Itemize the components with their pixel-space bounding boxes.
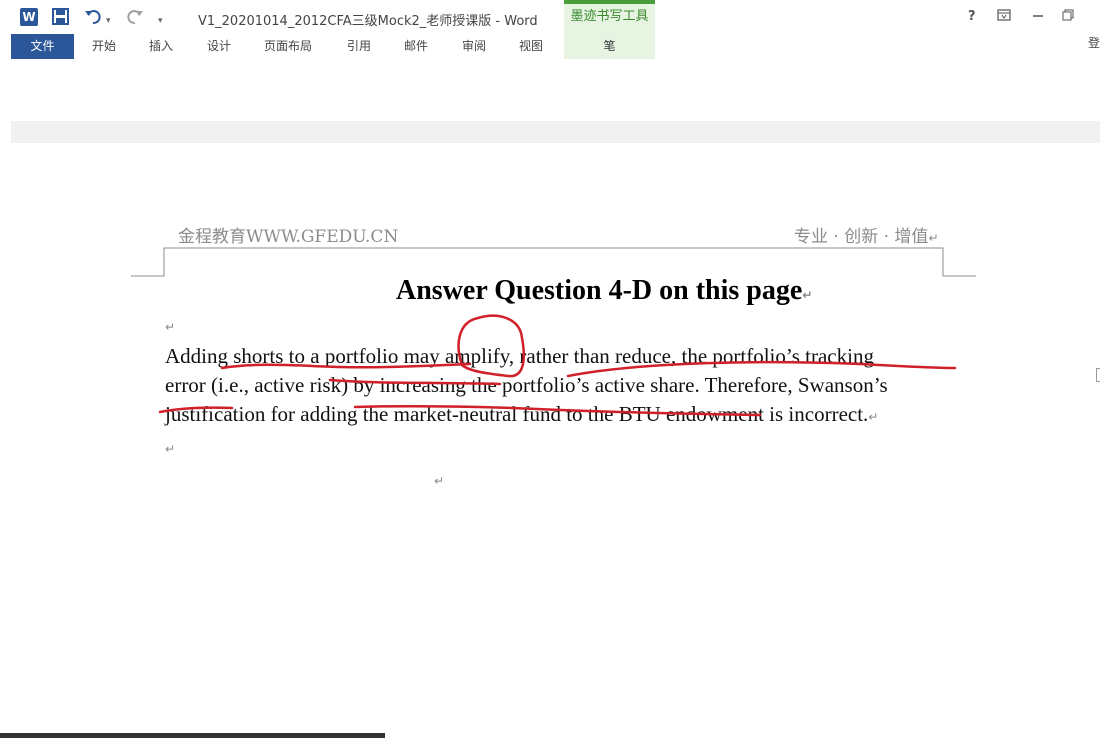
tab-home[interactable]: 开始 [92,34,116,59]
ribbon-body [11,59,1100,122]
header-left-text: 金程教育WWW.GFEDU.CN [178,227,399,247]
customize-qat-icon[interactable]: ▾ [158,12,163,30]
tab-mailings[interactable]: 邮件 [404,34,428,59]
tab-page-layout[interactable]: 页面布局 [264,34,312,59]
ruler-area [11,121,1100,144]
scrollbar-marker[interactable] [1096,368,1100,382]
minimize-icon[interactable] [1032,9,1044,25]
save-icon[interactable] [52,8,69,29]
paragraph-mark: ↵ [868,410,879,424]
tab-insert[interactable]: 插入 [149,34,173,59]
document-title: V1_20201014_2012CFA三级Mock2_老师授课版 - Word [198,14,538,29]
paragraph-mark: ↵ [802,288,813,302]
undo-icon[interactable] [84,8,102,29]
paragraph-mark: ↵ [434,474,445,488]
restore-icon[interactable] [1062,9,1074,25]
tab-design[interactable]: 设计 [207,34,231,59]
title-bar: W ▾ ▾ V1_20201014_2012CFA三级Mock2_老师授课版 -… [0,0,1100,34]
redo-icon[interactable] [126,8,144,29]
paragraph-line-2: error (i.e., active risk) by increasing … [165,373,888,397]
tab-references[interactable]: 引用 [347,34,371,59]
taskbar-edge-rest [385,733,1100,738]
paragraph-line-1: Adding shorts to a portfolio may amplify… [165,344,874,368]
paragraph-mark: ↵ [165,320,176,334]
paragraph-mark: ↵ [165,442,176,456]
tab-review[interactable]: 审阅 [462,34,486,59]
help-button[interactable]: ? [968,9,976,24]
sign-in-link[interactable]: 登 [1088,34,1100,51]
tab-file[interactable]: 文件 [11,34,74,59]
tab-view[interactable]: 视图 [519,34,543,59]
header-right-text: 专业 · 创新 · 增值↵ [794,227,939,247]
page-heading: Answer Question 4-D on this page↵ [396,275,813,306]
tab-pen[interactable]: 笔 [564,34,655,59]
paragraph-mark: ↵ [928,231,939,245]
ribbon-tabs: 文件 开始 插入 设计 页面布局 引用 邮件 审阅 视图 笔 [0,34,1100,59]
paragraph-line-3: justification for adding the market-neut… [165,402,879,426]
ink-tools-contextual-tab: 墨迹书写工具 [564,0,655,34]
taskbar-edge [0,733,385,738]
ribbon-display-options-icon[interactable] [997,9,1011,25]
undo-dropdown-icon[interactable]: ▾ [106,12,111,30]
word-app-icon[interactable]: W [20,8,38,26]
